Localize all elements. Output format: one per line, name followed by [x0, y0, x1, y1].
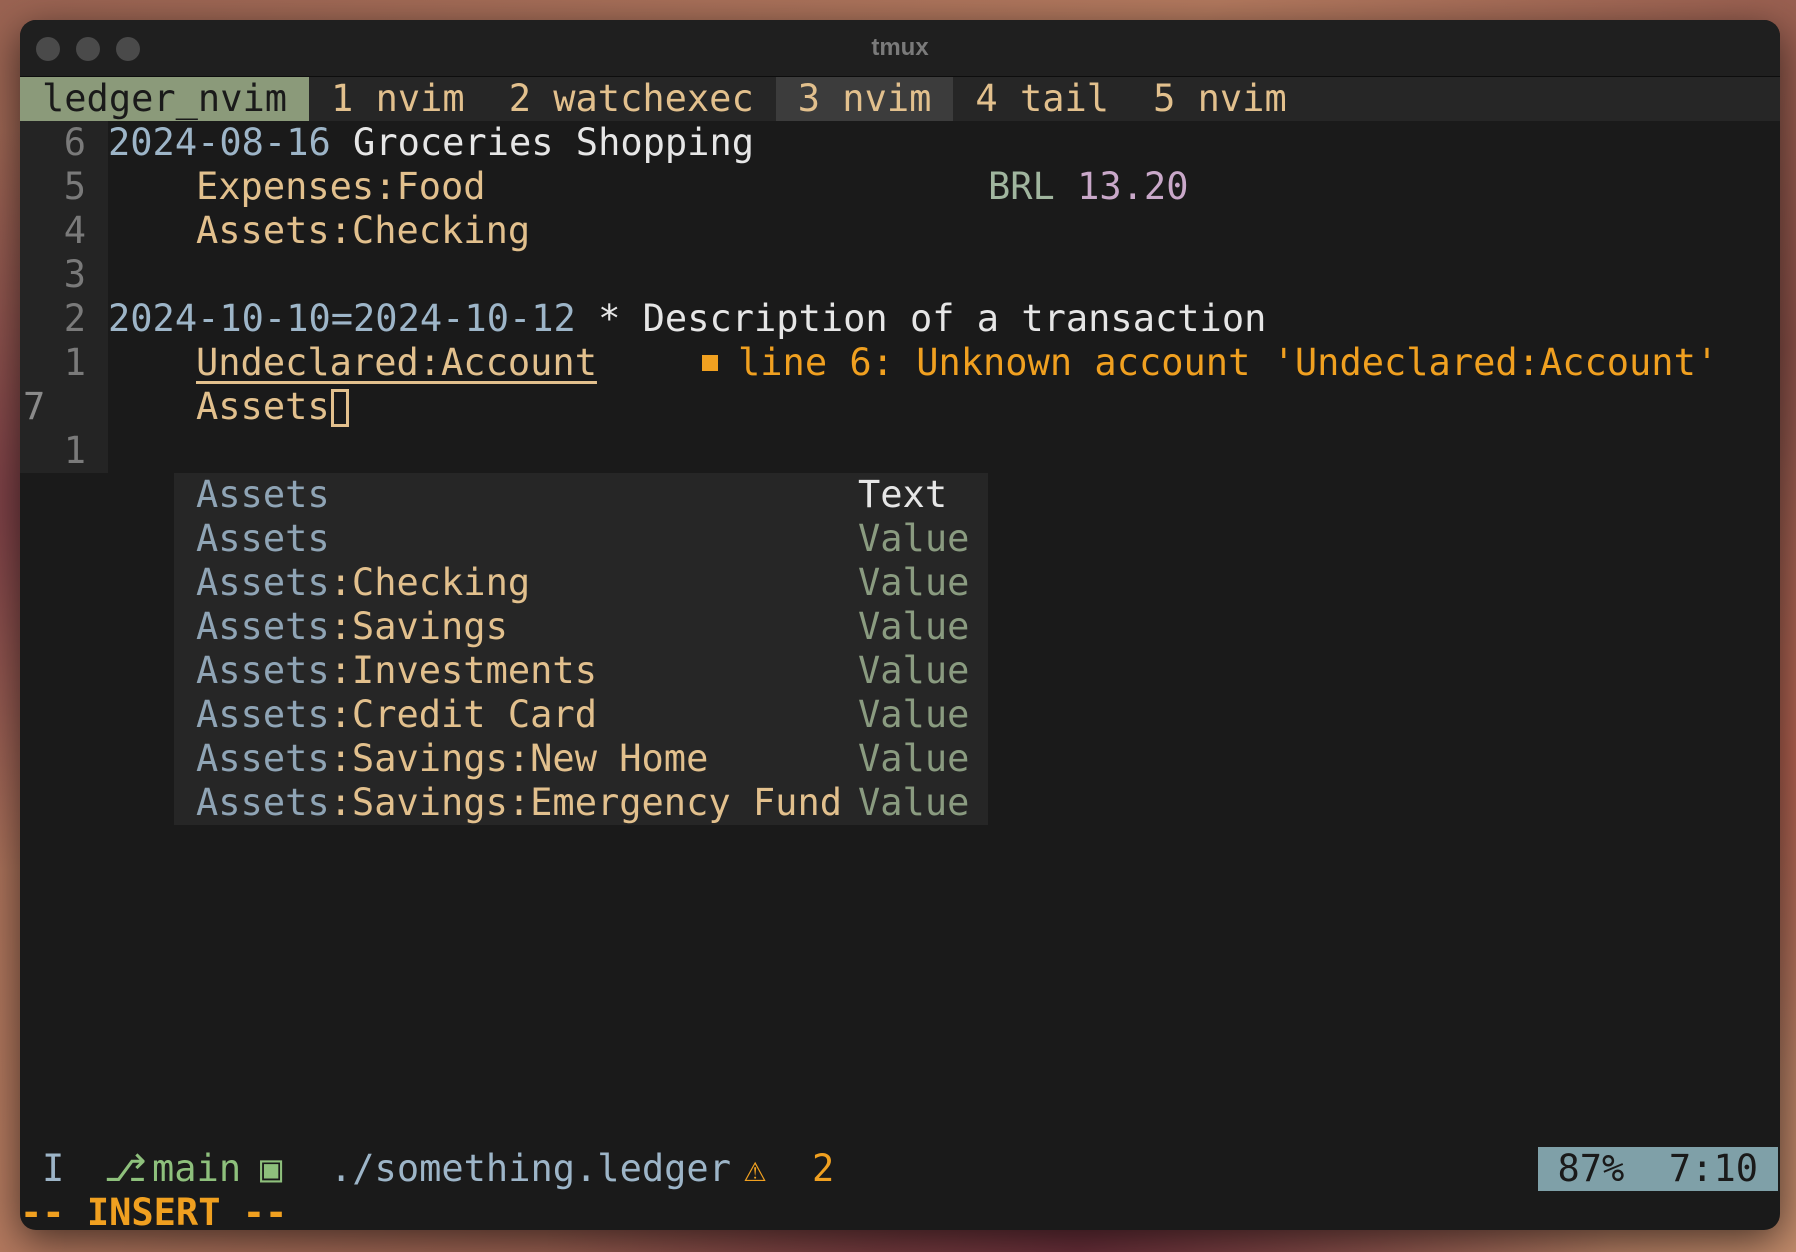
code-line[interactable]: Undeclared:Account: [196, 341, 597, 385]
diagnostic-text: line 6: Unknown account 'Undeclared:Acco…: [738, 341, 1719, 384]
currency: BRL: [988, 165, 1055, 208]
completion-rest: :Savings:New Home: [329, 737, 709, 780]
warning-square-icon: [702, 355, 718, 371]
completion-item[interactable]: Assets:Investments Value: [174, 649, 988, 693]
git-branch: main: [152, 1147, 242, 1190]
posting-amount: BRL 13.20: [988, 165, 1189, 209]
line-number: 1: [63, 341, 86, 384]
code-line[interactable]: Expenses:Food: [196, 165, 486, 209]
undeclared-account: Undeclared:Account: [196, 341, 597, 384]
typed-text: Assets: [196, 385, 330, 428]
completion-rest: :Savings:Emergency Fund: [329, 781, 843, 824]
completion-item[interactable]: Assets:Credit Card Value: [174, 693, 988, 737]
tmux-window-tab-active[interactable]: 3 nvim: [775, 77, 954, 121]
code-line[interactable]: 2024-10-10=2024-10-12 * Description of a…: [108, 297, 1266, 341]
code-line[interactable]: Assets:Checking: [196, 209, 530, 253]
insert-mode-indicator: -- INSERT --: [20, 1191, 288, 1230]
completion-kind: Value: [858, 693, 970, 736]
line-number: 3: [63, 253, 86, 296]
terminal-content[interactable]: ledger_nvim 1 nvim 2 watchexec 3 nvim 4 …: [20, 77, 1780, 1230]
txn-description: Description of a transaction: [642, 297, 1267, 340]
tmux-window-tab[interactable]: 4 tail: [953, 77, 1131, 121]
warning-icon: ⚠: [744, 1147, 767, 1190]
tmux-session-name: ledger_nvim: [20, 77, 310, 121]
terminal-window: tmux ledger_nvim 1 nvim 2 watchexec 3 nv…: [20, 20, 1780, 1230]
completion-kind: Value: [858, 737, 970, 780]
completion-menu[interactable]: Assets Text Assets Value Assets:Checking Va…: [174, 473, 988, 825]
tmux-window-tab[interactable]: 1 nvim: [309, 77, 487, 121]
mode-indicator: I: [42, 1147, 65, 1190]
amount: 13.20: [1077, 165, 1189, 208]
window-title: tmux: [871, 34, 929, 61]
code-line[interactable]: 2024-08-16 Groceries Shopping: [108, 121, 754, 165]
ledger-file-icon: ▣: [260, 1147, 283, 1190]
posting-account: Expenses:Food: [196, 165, 486, 208]
tmux-window-tab[interactable]: 2 watchexec: [487, 77, 776, 121]
line-number: 5: [63, 165, 86, 208]
tmux-window-tab[interactable]: 5 nvim: [1131, 77, 1309, 121]
txn-flag: *: [598, 297, 621, 340]
text-cursor: [330, 389, 349, 427]
current-line-number: 7: [23, 385, 46, 428]
vim-statusline: I ⎇ main ▣ ./something.ledger ⚠ 2 87% 7:…: [20, 1147, 1780, 1191]
completion-match: Assets: [196, 473, 330, 516]
completion-kind: Value: [858, 781, 970, 824]
completion-item[interactable]: Assets:Savings:Emergency Fund Value: [174, 781, 988, 825]
completion-kind: Text: [858, 473, 948, 516]
scroll-percent: 87%: [1557, 1147, 1625, 1190]
completion-item[interactable]: Assets:Savings:New Home Value: [174, 737, 988, 781]
completion-match: Assets: [196, 605, 330, 648]
completion-item[interactable]: Assets:Checking Value: [174, 561, 988, 605]
completion-item[interactable]: Assets Text: [174, 473, 988, 517]
completion-match: Assets: [196, 649, 330, 692]
line-number: 6: [63, 121, 86, 164]
completion-rest: :Credit Card: [329, 693, 597, 736]
txn-date: 2024-08-16: [108, 121, 331, 164]
completion-rest: :Savings: [329, 605, 508, 648]
txn-description: Groceries Shopping: [353, 121, 755, 164]
completion-match: Assets: [196, 737, 330, 780]
line-number: 4: [63, 209, 86, 252]
line-number: 2: [63, 297, 86, 340]
completion-kind: Value: [858, 649, 970, 692]
warning-count: 2: [812, 1147, 835, 1190]
completion-match: Assets: [196, 781, 330, 824]
file-path[interactable]: ./something.ledger: [330, 1147, 731, 1191]
completion-rest: :Investments: [329, 649, 597, 692]
posting-account: Assets:Checking: [196, 209, 531, 252]
tmux-status-bar: ledger_nvim 1 nvim 2 watchexec 3 nvim 4 …: [20, 77, 1780, 121]
completion-kind: Value: [858, 517, 970, 560]
completion-match: Assets: [196, 561, 330, 604]
completion-kind: Value: [858, 605, 970, 648]
completion-match: Assets: [196, 517, 330, 560]
completion-item[interactable]: Assets:Savings Value: [174, 605, 988, 649]
title-bar: tmux: [20, 20, 1780, 77]
line-number: 1: [63, 429, 86, 472]
diagnostic-message: line 6: Unknown account 'Undeclared:Acco…: [702, 341, 1718, 385]
completion-rest: :Checking: [329, 561, 531, 604]
git-branch-icon: ⎇: [104, 1147, 147, 1190]
txn-date: 2024-10-10=2024-10-12: [108, 297, 576, 340]
completion-match: Assets: [196, 693, 330, 736]
completion-kind: Value: [858, 561, 970, 604]
cursor-position: 7:10: [1668, 1147, 1758, 1190]
code-line-current[interactable]: Assets: [196, 385, 349, 429]
cursor-position-block: 87% 7:10: [1537, 1147, 1778, 1191]
completion-item[interactable]: Assets Value: [174, 517, 988, 561]
